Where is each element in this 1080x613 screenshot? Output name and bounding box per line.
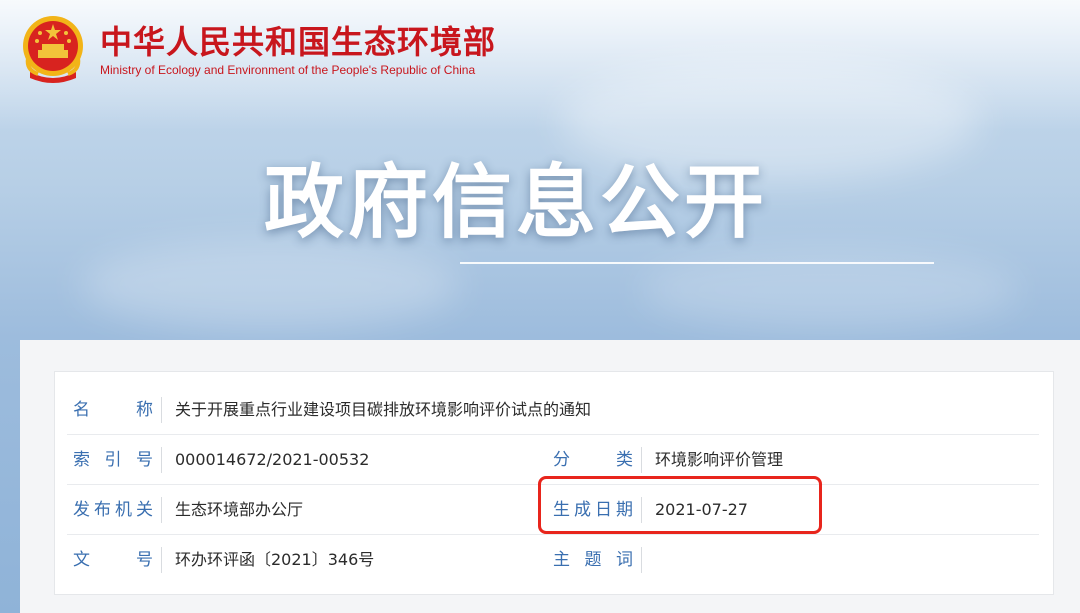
- date-highlight-box: [538, 476, 822, 534]
- keywords-label: 主 题 词: [553, 550, 633, 570]
- index-label: 索 引 号: [73, 450, 153, 470]
- publisher-value: 生态环境部办公厅: [175, 500, 304, 519]
- divider: [161, 547, 162, 573]
- title-underline: [460, 262, 934, 264]
- divider: [161, 497, 162, 523]
- index-value: 000014672/2021-00532: [175, 450, 370, 469]
- table-row-docno: 文 号 环办环评函〔2021〕346号 主 题 词: [67, 535, 1039, 585]
- name-value: 关于开展重点行业建设项目碳排放环境影响评价试点的通知: [175, 400, 592, 419]
- doc-no-label: 文 号: [73, 550, 153, 570]
- doc-no-value: 环办环评函〔2021〕346号: [175, 550, 375, 569]
- ministry-name-cn[interactable]: 中华人民共和国生态环境部: [100, 23, 496, 61]
- divider: [641, 447, 642, 473]
- publisher-label: 发布机关: [73, 500, 153, 520]
- table-row-name: 名 称 关于开展重点行业建设项目碳排放环境影响评价试点的通知: [67, 385, 1039, 435]
- divider: [161, 397, 162, 423]
- brand: 中华人民共和国生态环境部 Ministry of Ecology and Env…: [100, 23, 496, 77]
- site-header: 中华人民共和国生态环境部 Ministry of Ecology and Env…: [20, 10, 496, 90]
- divider: [161, 447, 162, 473]
- national-emblem-icon[interactable]: [20, 14, 86, 86]
- divider: [641, 547, 642, 573]
- page-title: 政府信息公开: [264, 156, 768, 249]
- name-label: 名 称: [73, 400, 153, 420]
- ministry-name-en: Ministry of Ecology and Environment of t…: [100, 63, 476, 77]
